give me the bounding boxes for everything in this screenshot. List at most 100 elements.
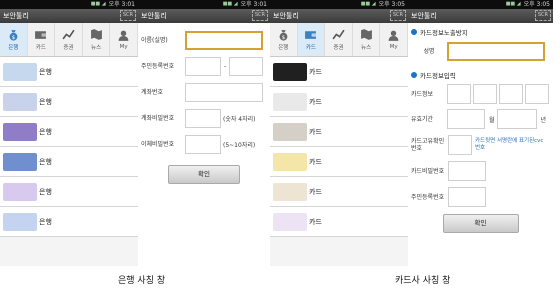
scr-badge: SCR bbox=[119, 10, 136, 21]
app-title-bar: 보안툴리 SCR bbox=[138, 9, 270, 23]
bank-name-label: 은행 bbox=[39, 217, 52, 226]
transfer-pw-input[interactable] bbox=[185, 134, 221, 154]
name-row: 이름(실명) bbox=[141, 27, 267, 53]
rrn-back-input[interactable] bbox=[229, 56, 264, 76]
app-title: 보안툴리 bbox=[3, 12, 29, 20]
app-title: 보안툴리 bbox=[273, 12, 299, 20]
card-name-label: 카드 bbox=[309, 187, 322, 196]
card-list-item[interactable]: 카드 bbox=[270, 87, 408, 117]
person-icon bbox=[118, 30, 129, 41]
app-title: 보안툴리 bbox=[411, 12, 437, 20]
signal-indicator: ■■ ◢ bbox=[505, 1, 521, 7]
bullet-icon bbox=[411, 72, 417, 78]
bank-list-item[interactable]: 은행 bbox=[0, 177, 138, 207]
wallet-icon bbox=[305, 31, 317, 39]
tab-bank[interactable]: $ 은행 bbox=[270, 23, 298, 56]
card-logo-blurred bbox=[273, 122, 307, 141]
cvc-row: 카드고유확인번호 카드뒷면 서명란에 표기된cvc번호 bbox=[408, 132, 553, 158]
card-list-item[interactable]: 카드 bbox=[270, 57, 408, 87]
tab-bank[interactable]: $ 은행 bbox=[0, 23, 28, 56]
bank-name-label: 은행 bbox=[39, 67, 52, 76]
card-confirm-button[interactable]: 확인 bbox=[442, 214, 519, 233]
card-number-row: 카드정보 bbox=[408, 82, 553, 106]
cvc-input[interactable] bbox=[448, 135, 472, 155]
bank-list-item[interactable]: 은행 bbox=[0, 207, 138, 237]
money-bag-icon: $ bbox=[279, 30, 288, 41]
card-name-label: 카드 bbox=[309, 127, 322, 136]
map-icon bbox=[90, 29, 102, 40]
card-logo-blurred bbox=[273, 152, 307, 171]
name-label: 이름(실명) bbox=[141, 36, 168, 44]
section-card-input: 카드정보입력 bbox=[408, 63, 553, 82]
account-pw-note: (숫자 4자리) bbox=[223, 115, 256, 123]
bank-logo-blurred bbox=[3, 122, 37, 141]
card-list-item[interactable]: 카드 bbox=[270, 207, 408, 237]
card-number-4-input[interactable] bbox=[525, 84, 549, 104]
tab-news[interactable]: 뉴스 bbox=[353, 23, 381, 56]
card-number-3-input[interactable] bbox=[499, 84, 523, 104]
chart-icon bbox=[62, 29, 75, 40]
scr-badge: SCR bbox=[251, 10, 268, 21]
tab-news[interactable]: 뉴스 bbox=[83, 23, 111, 56]
bank-name-label: 은행 bbox=[39, 157, 52, 166]
bank-confirm-button[interactable]: 확인 bbox=[168, 165, 240, 184]
bank-form-screen: ■■ ◢ 오후 3:01 보안툴리 SCR 이름(실명) 주민등록번호 - 계좌… bbox=[138, 0, 270, 266]
bank-login-form: 이름(실명) 주민등록번호 - 계좌번호 계좌비밀번호 (숫자 4자리) 이체비… bbox=[138, 23, 270, 188]
expiry-year-input[interactable] bbox=[496, 109, 537, 129]
card-pw-input[interactable] bbox=[448, 161, 486, 181]
card-caption: 카드사 사칭 창 bbox=[395, 276, 451, 286]
app-title: 보안툴리 bbox=[141, 12, 167, 20]
rrn-front-input[interactable] bbox=[185, 56, 221, 76]
app-title-bar: 보안툴리 SCR bbox=[408, 9, 553, 23]
account-input[interactable] bbox=[185, 82, 263, 102]
rrn-input[interactable] bbox=[448, 187, 486, 207]
card-list-item[interactable]: 카드 bbox=[270, 177, 408, 207]
bank-list-item[interactable]: 은행 bbox=[0, 87, 138, 117]
card-number-1-input[interactable] bbox=[447, 84, 471, 104]
bank-logo-blurred bbox=[3, 92, 37, 111]
year-unit: 년 bbox=[540, 116, 547, 124]
name-input[interactable] bbox=[447, 41, 545, 61]
tab-card[interactable]: 카드 bbox=[297, 23, 326, 56]
bank-logo-blurred bbox=[3, 212, 37, 231]
card-name-label: 카드 bbox=[309, 67, 322, 76]
tab-stock[interactable]: 증권 bbox=[55, 23, 83, 56]
tab-bar: $ 은행 카드 증권 뉴스 My bbox=[270, 23, 408, 57]
name-input[interactable] bbox=[185, 30, 263, 50]
bank-list-item[interactable]: 은행 bbox=[0, 147, 138, 177]
card-list-item[interactable]: 카드 bbox=[270, 117, 408, 147]
tab-card[interactable]: 카드 bbox=[28, 23, 56, 56]
bank-logo-blurred bbox=[3, 62, 37, 81]
status-bar: ■■ ◢ 오후 3:05 bbox=[270, 0, 408, 9]
rrn-row: 주민등록번호 - bbox=[141, 53, 267, 79]
app-title-bar: 보안툴리 SCR bbox=[0, 9, 138, 23]
bank-logo-blurred bbox=[3, 182, 37, 201]
money-bag-icon: $ bbox=[9, 30, 18, 41]
card-number-2-input[interactable] bbox=[473, 84, 497, 104]
tab-my[interactable]: My bbox=[380, 23, 408, 56]
bank-list-item[interactable]: 은행 bbox=[0, 117, 138, 147]
signal-indicator: ■■ ◢ bbox=[360, 1, 376, 7]
tab-stock[interactable]: 증권 bbox=[325, 23, 353, 56]
expiry-label: 유효기간 bbox=[411, 115, 434, 123]
bullet-icon bbox=[411, 29, 417, 35]
status-bar: ■■ ◢ 오후 3:01 bbox=[138, 0, 270, 9]
signal-indicator: ■■ ◢ bbox=[222, 1, 238, 7]
status-bar: ■■ ◢ 오후 3:01 bbox=[0, 0, 138, 9]
card-list: 카드 카드 카드 카드 카드 카드 bbox=[270, 57, 408, 237]
cvc-help-link[interactable]: 카드뒷면 서명란에 표기된cvc번호 bbox=[475, 138, 545, 152]
tab-my[interactable]: My bbox=[110, 23, 138, 56]
tab-bar: $ 은행 카드 증권 뉴스 My bbox=[0, 23, 138, 57]
transfer-pw-note: (5~10자리) bbox=[223, 141, 256, 149]
map-icon bbox=[360, 29, 372, 40]
status-time: 오후 3:05 bbox=[523, 1, 550, 8]
account-pw-input[interactable] bbox=[185, 108, 221, 128]
account-row: 계좌번호 bbox=[141, 79, 267, 105]
expiry-row: 유효기간 월 년 bbox=[408, 106, 553, 132]
month-unit: 월 bbox=[489, 116, 495, 124]
bank-list-item[interactable]: 은행 bbox=[0, 57, 138, 87]
expiry-month-input[interactable] bbox=[447, 109, 485, 129]
card-list-item[interactable]: 카드 bbox=[270, 147, 408, 177]
app-title-bar: 보안툴리 SCR bbox=[270, 9, 408, 23]
bank-list: 은행 은행 은행 은행 은행 은행 bbox=[0, 57, 138, 237]
